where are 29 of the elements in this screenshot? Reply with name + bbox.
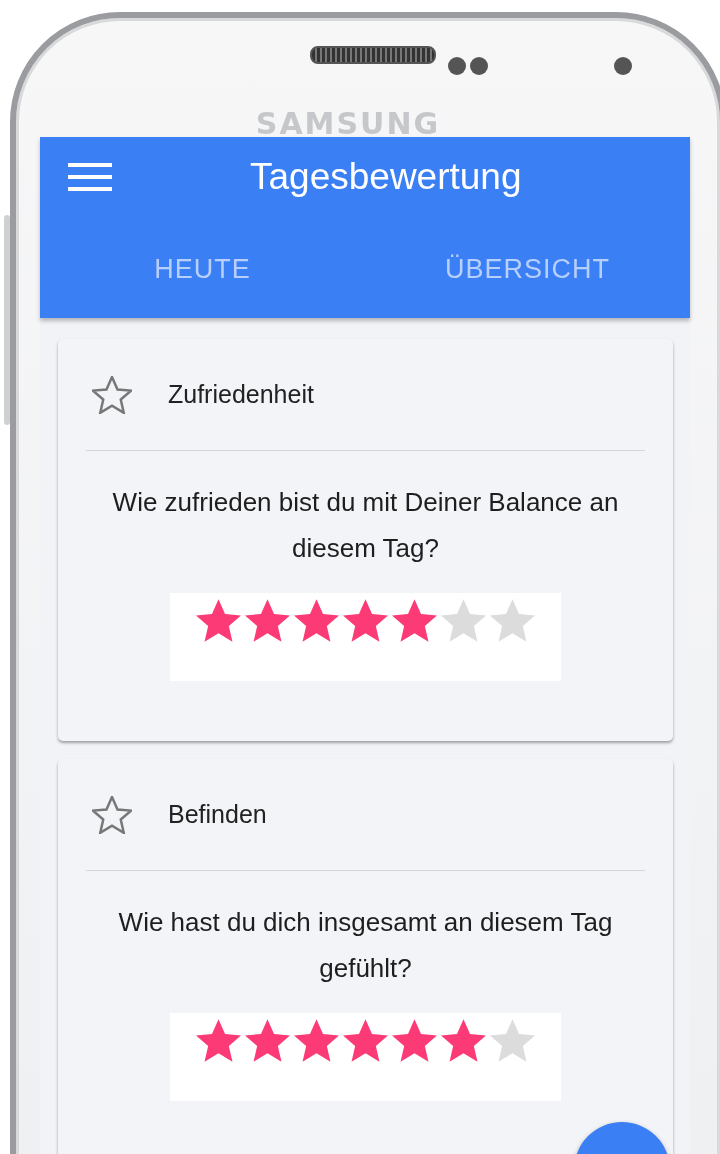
question-text: Wie zufrieden bist du mit Deiner Balance an diesem Tag?	[111, 486, 620, 565]
sensor-dot	[448, 57, 466, 75]
camera-lens	[614, 57, 632, 75]
star-icon[interactable]	[196, 599, 241, 643]
star-icon[interactable]	[196, 1019, 241, 1063]
tab[interactable]: HEUTE	[70, 217, 335, 318]
star-icon[interactable]	[343, 1019, 388, 1063]
star-icon[interactable]	[392, 1019, 437, 1063]
star-icon[interactable]	[441, 599, 486, 643]
star-icon[interactable]	[392, 599, 437, 643]
star-icon[interactable]	[294, 1019, 339, 1063]
star-rating[interactable]	[170, 593, 561, 681]
star-outline-icon	[92, 795, 132, 834]
star-icon[interactable]	[294, 599, 339, 643]
question-text: Wie hast du dich insgesamt an diesem Tag gefühlt?	[117, 906, 614, 985]
card-title: Zufriedenheit	[168, 380, 314, 409]
star-icon[interactable]	[490, 1019, 535, 1063]
star-icon[interactable]	[343, 599, 388, 643]
star-outline-icon	[92, 375, 132, 414]
star-icon[interactable]	[245, 599, 290, 643]
star-icon[interactable]	[441, 1019, 486, 1063]
card-title: Befinden	[168, 800, 267, 829]
star-icon[interactable]	[245, 1019, 290, 1063]
star-icon[interactable]	[490, 599, 535, 643]
sensor-dot	[470, 57, 488, 75]
menu-icon[interactable]	[68, 163, 112, 191]
star-rating[interactable]	[170, 1013, 561, 1101]
tab[interactable]: ÜBERSICHT	[395, 217, 660, 318]
app-title: Tagesbewertung	[250, 156, 522, 198]
